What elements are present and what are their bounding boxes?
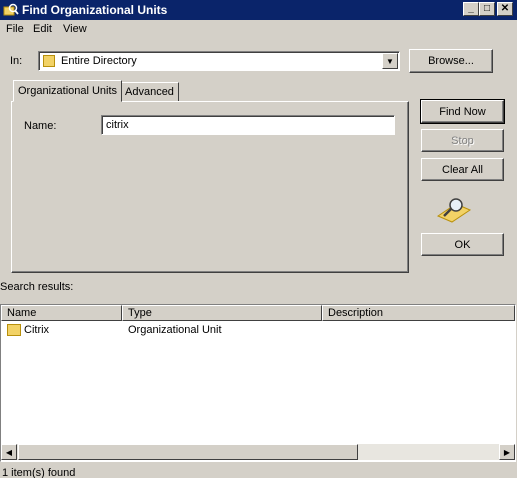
scroll-left-icon[interactable]: ◀ [1, 444, 17, 460]
window-title: Find Organizational Units [22, 3, 168, 17]
close-icon: ✕ [500, 3, 510, 14]
tab-advanced[interactable]: Advanced [120, 82, 179, 102]
maximize-icon: □ [483, 3, 491, 14]
minimize-icon: _ [468, 3, 474, 14]
status-text: 1 item(s) found [2, 467, 76, 478]
search-scope-dropdown[interactable]: Entire Directory ▼ [38, 51, 400, 71]
horizontal-scrollbar[interactable]: ◀ ▶ [1, 444, 515, 460]
dropdown-arrow-icon[interactable]: ▼ [382, 53, 398, 69]
tab-organizational-units[interactable]: Organizational Units [13, 80, 123, 102]
column-header-name[interactable]: Name [1, 305, 122, 321]
table-row[interactable]: Citrix Organizational Unit [1, 322, 515, 339]
scroll-thumb[interactable] [18, 444, 358, 460]
column-header-type[interactable]: Type [122, 305, 322, 321]
search-animation-icon [436, 198, 472, 223]
name-input[interactable] [101, 115, 395, 135]
directory-icon [43, 55, 55, 67]
row-name: Citrix [24, 324, 50, 336]
search-results-label: Search results: [0, 281, 74, 293]
row-type: Organizational Unit [128, 324, 222, 336]
find-app-icon [3, 3, 19, 16]
results-list[interactable]: Name Type Description Citrix Organizatio… [0, 304, 516, 462]
title-bar: Find Organizational Units _ □ ✕ [0, 0, 517, 20]
menu-edit[interactable]: Edit [33, 23, 52, 35]
clear-all-button[interactable]: Clear All [421, 158, 504, 181]
status-bar: 1 item(s) found [0, 463, 517, 478]
find-now-button[interactable]: Find Now [420, 99, 505, 124]
scroll-right-icon[interactable]: ▶ [499, 444, 515, 460]
name-label: Name: [24, 120, 57, 132]
stop-button[interactable]: Stop [421, 129, 504, 152]
in-label: In: [10, 55, 23, 67]
ok-button[interactable]: OK [421, 233, 504, 256]
close-button[interactable]: ✕ [497, 2, 513, 16]
column-header-description[interactable]: Description [322, 305, 515, 321]
menu-file[interactable]: File [6, 23, 24, 35]
browse-button[interactable]: Browse... [409, 49, 493, 73]
maximize-button[interactable]: □ [479, 2, 495, 16]
search-scope-value: Entire Directory [61, 55, 137, 67]
menu-view[interactable]: View [63, 23, 87, 35]
minimize-button[interactable]: _ [463, 2, 479, 16]
organizational-unit-icon [7, 324, 21, 336]
menu-bar: File Edit View [0, 20, 517, 38]
